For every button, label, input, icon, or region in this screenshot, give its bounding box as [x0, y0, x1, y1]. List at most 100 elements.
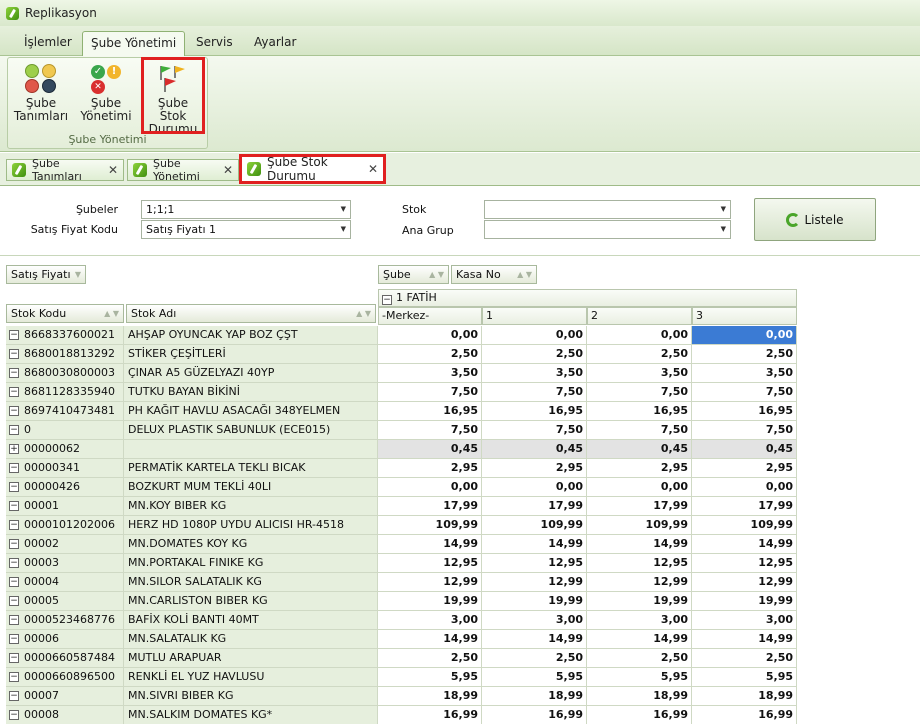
table-row[interactable]: −8680030800003 ÇINAR A5 GÜZELYAZI 40YP 3,5… [6, 364, 797, 383]
table-row[interactable]: −00005 MN.CARLISTON BIBER KG 19,99 19,99 19,… [6, 592, 797, 611]
satis-fiyat-kodu-combo[interactable]: Satış Fiyatı 1 ▼ [141, 220, 351, 239]
value-cell[interactable]: 18,99 [587, 687, 692, 706]
value-cell[interactable]: 3,50 [587, 364, 692, 383]
doc-tab-sube-stok-durumu[interactable]: Şube Stok Durumu ✕ [239, 154, 386, 184]
chevron-down-icon[interactable]: ▼ [721, 201, 726, 218]
collapse-icon[interactable]: − [9, 615, 19, 625]
collapse-icon[interactable]: − [9, 672, 19, 682]
collapse-icon[interactable]: − [9, 349, 19, 359]
value-cell[interactable]: 2,50 [587, 345, 692, 364]
value-cell[interactable]: 16,95 [378, 402, 482, 421]
value-cell[interactable]: 14,99 [482, 630, 587, 649]
collapse-icon[interactable]: − [9, 596, 19, 606]
row-field-stok-adi[interactable]: Stok Adı ▲ ▼ [126, 304, 376, 323]
stok-kodu-cell[interactable]: −0000523468776 [6, 611, 124, 630]
value-cell[interactable]: 12,99 [482, 573, 587, 592]
value-cell[interactable]: 7,50 [587, 421, 692, 440]
value-cell[interactable]: 16,99 [692, 706, 797, 724]
value-cell[interactable]: 0,00 [587, 478, 692, 497]
stok-adi-cell[interactable]: MUTLU ARAPUAR [124, 649, 378, 668]
collapse-icon[interactable]: − [9, 463, 19, 473]
value-cell[interactable]: 18,99 [482, 687, 587, 706]
value-cell[interactable]: 16,95 [587, 402, 692, 421]
value-cell[interactable]: 16,95 [482, 402, 587, 421]
sube-stok-durumu-button[interactable]: Şube Stok Durumu [141, 57, 205, 136]
collapse-icon[interactable]: − [9, 425, 19, 435]
value-cell[interactable]: 14,99 [587, 630, 692, 649]
subeler-combo[interactable]: 1;1;1 ▼ [141, 200, 351, 219]
value-cell[interactable]: 12,95 [587, 554, 692, 573]
value-cell[interactable]: 2,95 [692, 459, 797, 478]
stok-kodu-cell[interactable]: −8680018813292 [6, 345, 124, 364]
collapse-icon[interactable]: − [9, 558, 19, 568]
stok-kodu-cell[interactable]: −8680030800003 [6, 364, 124, 383]
value-cell[interactable]: 109,99 [482, 516, 587, 535]
stok-adi-cell[interactable]: MN.PORTAKAL FINIKE KG [124, 554, 378, 573]
value-cell[interactable]: 7,50 [378, 383, 482, 402]
value-cell[interactable]: 17,99 [692, 497, 797, 516]
value-cell[interactable]: 3,50 [378, 364, 482, 383]
stok-adi-cell[interactable]: MN.KOY BIBER KG [124, 497, 378, 516]
stok-kodu-cell[interactable]: −00006 [6, 630, 124, 649]
chevron-down-icon[interactable]: ▼ [341, 201, 346, 218]
collapse-icon[interactable]: − [9, 710, 19, 720]
stok-adi-cell[interactable]: MN.CARLISTON BIBER KG [124, 592, 378, 611]
value-cell[interactable]: 17,99 [378, 497, 482, 516]
value-cell[interactable]: 5,95 [692, 668, 797, 687]
value-cell[interactable]: 3,00 [378, 611, 482, 630]
stok-adi-cell[interactable]: RENKLİ EL YUZ HAVLUSU [124, 668, 378, 687]
column-header-merkez[interactable]: -Merkez- [378, 307, 482, 325]
chevron-down-icon[interactable]: ▼ [341, 221, 346, 238]
stok-adi-cell[interactable]: ÇINAR A5 GÜZELYAZI 40YP [124, 364, 378, 383]
table-row[interactable]: −00003 MN.PORTAKAL FINIKE KG 12,95 12,95 12,… [6, 554, 797, 573]
value-cell[interactable]: 7,50 [587, 383, 692, 402]
expand-icon[interactable]: + [9, 444, 19, 454]
value-cell[interactable]: 109,99 [378, 516, 482, 535]
table-row[interactable]: −8668337600021 AHŞAP OYUNCAK YAP BOZ ÇŞT 0… [6, 326, 797, 345]
close-icon[interactable]: ✕ [368, 162, 378, 176]
value-cell[interactable]: 2,50 [482, 649, 587, 668]
stok-kodu-cell[interactable]: −00000426 [6, 478, 124, 497]
collapse-icon[interactable]: − [9, 387, 19, 397]
table-row[interactable]: +00000062 0,45 0,45 0,45 0,45 [6, 440, 797, 459]
stok-adi-cell[interactable]: TUTKU BAYAN BİKİNİ [124, 383, 378, 402]
value-cell[interactable]: 5,95 [587, 668, 692, 687]
stok-adi-cell[interactable]: PH KAĞIT HAVLU ASACAĞI 348YELMEN [124, 402, 378, 421]
value-cell[interactable]: 3,00 [587, 611, 692, 630]
collapse-icon[interactable]: − [9, 520, 19, 530]
chevron-down-icon[interactable]: ▼ [721, 221, 726, 238]
stok-adi-cell[interactable]: MN.SALATALIK KG [124, 630, 378, 649]
table-row[interactable]: −0000660587484 MUTLU ARAPUAR 2,50 2,50 2,50 2… [6, 649, 797, 668]
value-cell[interactable]: 2,50 [378, 649, 482, 668]
close-icon[interactable]: ✕ [108, 163, 118, 177]
value-cell[interactable]: 14,99 [692, 630, 797, 649]
table-row[interactable]: −00001 MN.KOY BIBER KG 17,99 17,99 17,99 17,9… [6, 497, 797, 516]
value-cell[interactable]: 12,99 [692, 573, 797, 592]
value-cell[interactable]: 0,45 [482, 440, 587, 459]
stok-kodu-cell[interactable]: −00004 [6, 573, 124, 592]
collapse-icon[interactable]: − [9, 482, 19, 492]
value-cell[interactable]: 14,99 [692, 535, 797, 554]
value-cell[interactable]: 19,99 [692, 592, 797, 611]
value-cell[interactable]: 2,50 [692, 649, 797, 668]
value-cell[interactable]: 0,00 [587, 326, 692, 345]
sube-yonetimi-button[interactable]: ✓ ! ✕ Şube Yönetimi [76, 64, 136, 123]
table-row[interactable]: −00002 MN.DOMATES KOY KG 14,99 14,99 14,99 14… [6, 535, 797, 554]
table-row[interactable]: −0 DELUX PLASTIK SABUNLUK (ECE015) 7,50 7,5… [6, 421, 797, 440]
value-cell[interactable]: 12,99 [587, 573, 692, 592]
value-cell[interactable]: 17,99 [482, 497, 587, 516]
stok-adi-cell[interactable]: MN.SALKIM DOMATES KG* [124, 706, 378, 724]
stok-combo[interactable]: ▼ [484, 200, 731, 219]
column-header-2[interactable]: 2 [587, 307, 692, 325]
stok-adi-cell[interactable]: PERMATİK KARTELA TEKLI BICAK [124, 459, 378, 478]
value-cell[interactable]: 2,95 [587, 459, 692, 478]
stok-kodu-cell[interactable]: −00007 [6, 687, 124, 706]
menu-tab-servis[interactable]: Servis [188, 31, 241, 56]
stok-kodu-cell[interactable]: −8697410473481 [6, 402, 124, 421]
value-cell[interactable]: 7,50 [692, 421, 797, 440]
collapse-icon[interactable]: − [9, 368, 19, 378]
value-cell[interactable]: 12,95 [482, 554, 587, 573]
collapse-icon[interactable]: − [9, 501, 19, 511]
row-field-stok-kodu[interactable]: Stok Kodu ▲ ▼ [6, 304, 124, 323]
value-cell[interactable]: 0,00 [692, 478, 797, 497]
